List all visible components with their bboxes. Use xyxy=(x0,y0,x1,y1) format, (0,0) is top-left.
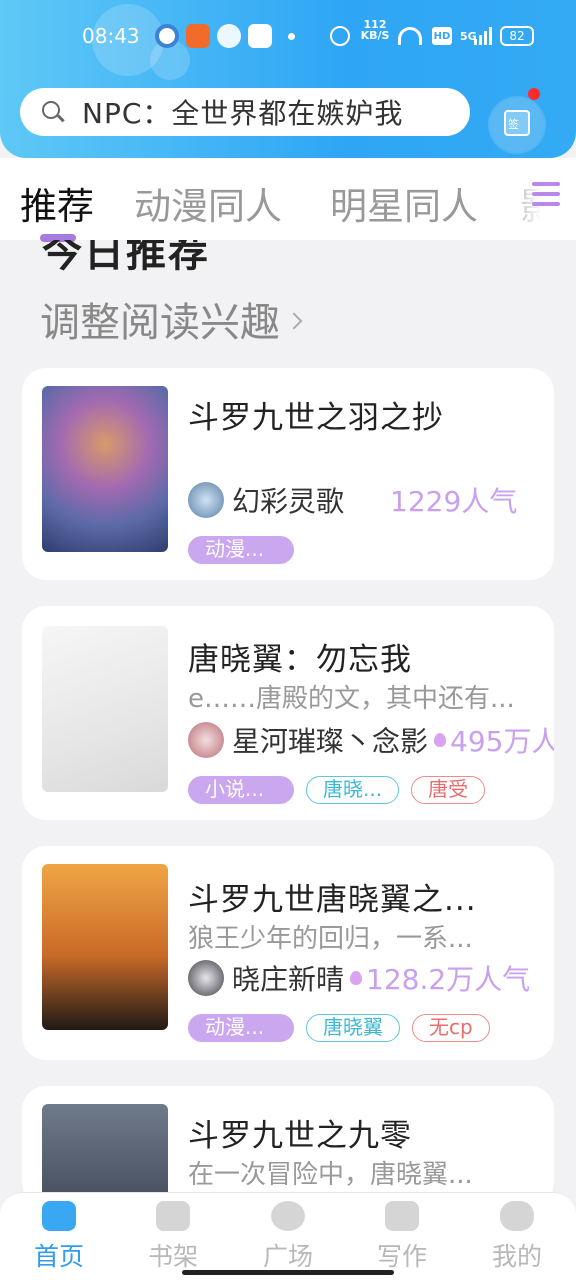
wechat-icon xyxy=(217,24,241,48)
nav-bookshelf[interactable]: 书架 xyxy=(128,1201,218,1273)
fire-icon xyxy=(432,731,448,749)
tag[interactable]: 唐受 xyxy=(411,776,486,804)
book-title: 斗罗九世之羽之抄 xyxy=(188,400,444,436)
status-bar: 08:43 112 KB/S HD 5G 82 xyxy=(0,16,576,56)
battery-icon: 82 xyxy=(500,26,534,46)
tag-list: 小说... 唐晓... 唐受 xyxy=(188,776,497,804)
tag[interactable]: 动漫... xyxy=(188,1014,294,1042)
dot-icon xyxy=(288,24,295,48)
adjust-interest-link[interactable]: 调整阅读兴趣 xyxy=(40,290,303,348)
home-indicator xyxy=(182,1270,394,1275)
nav-write[interactable]: 写作 xyxy=(357,1201,447,1273)
tag[interactable]: 唐晓翼 xyxy=(306,1014,400,1042)
nav-label: 写作 xyxy=(376,1242,427,1271)
avatar xyxy=(188,960,224,996)
chat-bubble-icon xyxy=(500,1201,534,1231)
tag[interactable]: 小说... xyxy=(188,776,294,804)
popularity: 495万人气 xyxy=(450,725,554,758)
tag-list: 动漫... 唐晓翼 无cp xyxy=(188,1014,502,1042)
net-speed: 112 KB/S xyxy=(360,18,390,42)
search-hint: NPC：全世界都在嫉妒我 xyxy=(82,97,404,130)
nav-label: 广场 xyxy=(262,1242,313,1271)
status-time: 08:43 xyxy=(82,24,140,48)
checkin-button[interactable]: 签 xyxy=(490,98,544,152)
book-cover xyxy=(42,1104,168,1206)
tab-anime-fanfic[interactable]: 动漫同人 xyxy=(134,176,282,230)
search-bar[interactable]: NPC：全世界都在嫉妒我 xyxy=(20,88,470,136)
bookshelf-icon xyxy=(156,1201,190,1231)
book-title: 斗罗九世唐晓翼之... xyxy=(188,882,477,918)
author-row: 星河璀璨丶念影 495万人气 xyxy=(188,722,554,758)
author-name: 幻彩灵歌 xyxy=(232,485,345,518)
book-card[interactable]: 斗罗九世之羽之抄 幻彩灵歌 1229人气 动漫... xyxy=(22,368,554,580)
author-name: 晓庄新晴 xyxy=(232,963,345,996)
author-name: 星河璀璨丶念影 xyxy=(232,725,429,758)
tab-menu-icon[interactable] xyxy=(532,182,560,212)
author-row: 晓庄新晴 128.2万人气 xyxy=(188,960,530,996)
bottom-nav: 首页 书架 广场 写作 我的 xyxy=(0,1192,576,1280)
adjust-interest-label: 调整阅读兴趣 xyxy=(40,300,280,346)
book-description: 在一次冒险中，唐晓翼... xyxy=(188,1160,473,1190)
alarm-icon xyxy=(330,24,350,48)
notification-dot xyxy=(528,88,540,100)
planet-icon xyxy=(271,1201,305,1231)
book-description: 狼王少年的回归，一系... xyxy=(188,924,473,954)
book-card[interactable]: 斗罗九世唐晓翼之... 狼王少年的回归，一系... 晓庄新晴 128.2万人气 … xyxy=(22,846,554,1060)
nav-label: 首页 xyxy=(33,1242,84,1271)
search-icon xyxy=(40,99,66,125)
home-icon xyxy=(42,1201,76,1231)
checkin-label: 签 xyxy=(508,118,519,131)
hd-badge: HD xyxy=(432,27,452,45)
section-title: 今日推荐 xyxy=(42,240,210,272)
signal-icon xyxy=(474,24,492,48)
nav-label: 我的 xyxy=(491,1242,542,1271)
wifi-icon xyxy=(398,24,422,48)
pen-icon xyxy=(385,1201,419,1231)
book-title: 斗罗九世之九零 xyxy=(188,1118,412,1154)
nav-me[interactable]: 我的 xyxy=(472,1201,562,1273)
baidu-icon xyxy=(248,24,272,48)
fire-icon xyxy=(348,969,364,987)
book-title: 唐晓翼：勿忘我 xyxy=(188,642,412,678)
author-row: 幻彩灵歌 1229人气 xyxy=(188,482,517,518)
tab-recommend[interactable]: 推荐 xyxy=(20,176,94,230)
app-notification-icon xyxy=(155,24,179,48)
book-cover xyxy=(42,386,168,552)
popularity: 128.2万人气 xyxy=(366,963,531,996)
app-notification-icon xyxy=(186,24,210,48)
book-cover xyxy=(42,626,168,792)
nav-square[interactable]: 广场 xyxy=(243,1201,333,1273)
avatar xyxy=(188,482,224,518)
book-card[interactable]: 斗罗九世之九零 在一次冒险中，唐晓翼... xyxy=(22,1086,554,1206)
chevron-right-icon xyxy=(285,312,303,330)
book-card[interactable]: 唐晓翼：勿忘我 e……唐殿的文，其中还有... 星河璀璨丶念影 495万人气 小… xyxy=(22,606,554,820)
tag[interactable]: 无cp xyxy=(412,1014,490,1042)
tag[interactable]: 唐晓... xyxy=(306,776,400,804)
tag[interactable]: 动漫... xyxy=(188,536,294,564)
tab-celebrity-fanfic[interactable]: 明星同人 xyxy=(330,176,478,230)
nav-home[interactable]: 首页 xyxy=(14,1201,104,1273)
book-cover xyxy=(42,864,168,1030)
avatar xyxy=(188,722,224,758)
header: 08:43 112 KB/S HD 5G 82 NPC：全世界都在嫉妒我 签 xyxy=(0,0,576,158)
book-description: e……唐殿的文，其中还有... xyxy=(188,684,515,714)
popularity: 1229人气 xyxy=(390,485,518,518)
nav-label: 书架 xyxy=(147,1242,198,1271)
category-tabs: 推荐 动漫同人 明星同人 影视 xyxy=(0,168,576,234)
tag-list: 动漫... xyxy=(188,536,306,564)
